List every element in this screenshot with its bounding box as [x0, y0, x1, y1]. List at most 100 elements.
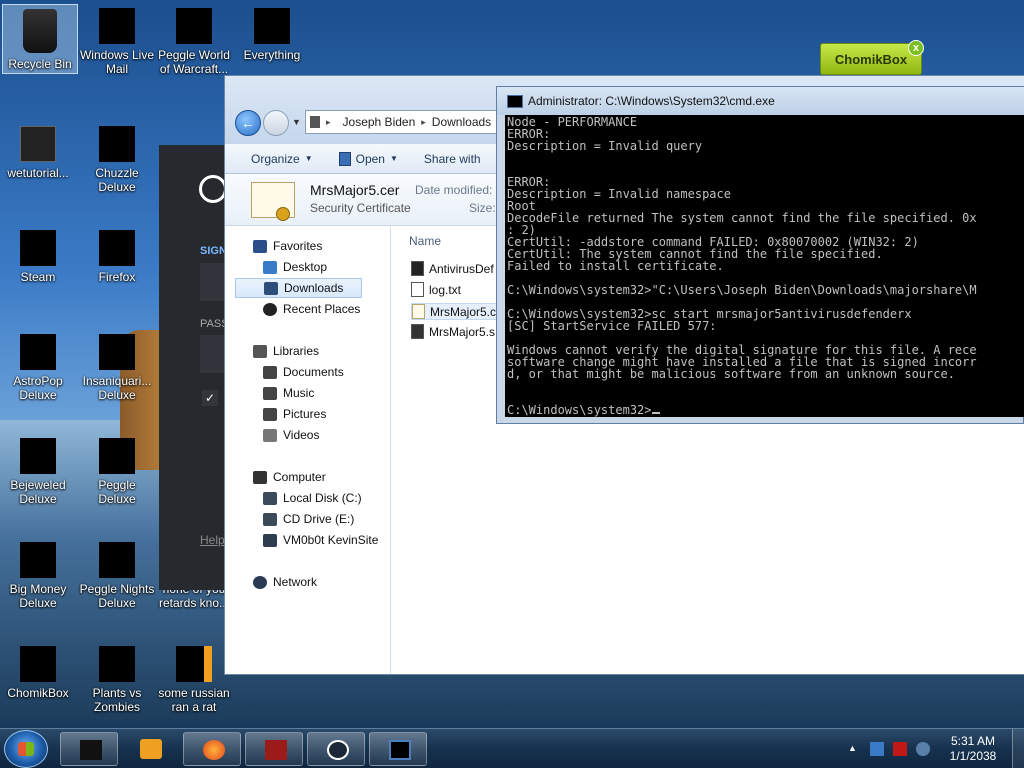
- chomikbox-label: ChomikBox: [834, 51, 908, 67]
- console-icon: [507, 94, 523, 108]
- share-with-button[interactable]: Share with: [424, 152, 481, 166]
- show-desktop-button[interactable]: [1012, 729, 1024, 768]
- documents-icon: [263, 365, 277, 379]
- desktop-icon-label: Everything: [243, 48, 301, 62]
- desktop-icon-russian-rat[interactable]: some russian ran a rat: [156, 642, 232, 714]
- taskbar-app-steam[interactable]: [307, 732, 365, 766]
- cmd-title: Administrator: C:\Windows\System32\cmd.e…: [528, 94, 775, 108]
- system-file-icon: [411, 324, 424, 339]
- back-arrow-icon[interactable]: ←: [235, 110, 261, 136]
- chevron-down-icon: ▼: [304, 154, 313, 163]
- nav-music[interactable]: Music: [263, 383, 314, 403]
- column-header-name[interactable]: Name: [409, 234, 441, 248]
- clock-time: 5:31 AM: [950, 734, 996, 748]
- desktop-icon-peggle-nights[interactable]: Peggle Nights Deluxe: [79, 538, 155, 610]
- astropop-icon: [20, 334, 56, 370]
- tray-network-icon[interactable]: [870, 742, 884, 756]
- desktop-icon-bejeweled[interactable]: Bejeweled Deluxe: [0, 434, 76, 506]
- drive-icon: [263, 491, 277, 505]
- desktop-icon-everything[interactable]: Everything: [234, 4, 310, 62]
- open-button[interactable]: Open ▼: [338, 151, 398, 166]
- start-button[interactable]: [4, 730, 48, 768]
- chomikbox-widget[interactable]: ChomikBox: [820, 43, 922, 75]
- nav-cd-drive[interactable]: CD Drive (E:): [263, 509, 354, 529]
- system-clock[interactable]: 5:31 AM 1/1/2038: [938, 734, 1008, 764]
- desktop-icon-label: Peggle Nights Deluxe: [79, 582, 155, 610]
- nav-desktop[interactable]: Desktop: [263, 257, 327, 277]
- help-link[interactable]: Help: [200, 533, 225, 547]
- desktop-icon-big-money[interactable]: Big Money Deluxe: [0, 538, 76, 610]
- desktop-icon-wetutorial[interactable]: wetutorial...: [0, 122, 76, 180]
- file-item[interactable]: log.txt: [411, 282, 461, 297]
- nav-documents[interactable]: Documents: [263, 362, 344, 382]
- desktop-icon-firefox[interactable]: Firefox: [79, 226, 155, 284]
- volume-icon[interactable]: [916, 742, 930, 756]
- taskbar-app-cmd[interactable]: [369, 732, 427, 766]
- star-icon: [253, 239, 267, 253]
- desktop-icon-chomikbox[interactable]: ChomikBox: [0, 642, 76, 700]
- nav-videos[interactable]: Videos: [263, 425, 319, 445]
- desktop-icon-chuzzle[interactable]: Chuzzle Deluxe: [79, 122, 155, 194]
- nav-label: Recent Places: [283, 302, 361, 316]
- flash-icon: [265, 740, 287, 760]
- nav-label: Libraries: [273, 344, 320, 358]
- history-dropdown-icon[interactable]: ▼: [292, 117, 301, 127]
- desktop-icon-label: Windows Live Mail: [79, 48, 155, 76]
- nav-network[interactable]: Network: [253, 572, 317, 592]
- show-hidden-icons-icon[interactable]: ▲: [848, 743, 862, 757]
- desktop-icon-label: Bejeweled Deluxe: [10, 478, 66, 506]
- nav-recent-places[interactable]: Recent Places: [263, 299, 360, 319]
- desktop-icon-plants-vs-zombies[interactable]: Plants vs Zombies: [79, 642, 155, 714]
- desktop-icon-astropop[interactable]: AstroPop Deluxe: [0, 330, 76, 402]
- file-item[interactable]: AntivirusDef: [411, 261, 494, 276]
- recent-places-icon: [263, 302, 277, 316]
- nav-label: Computer: [273, 470, 326, 484]
- breadcrumb-joseph-biden[interactable]: Joseph Biden: [343, 115, 416, 129]
- console-icon: [389, 740, 411, 760]
- forward-arrow-icon[interactable]: [263, 110, 289, 136]
- nav-libraries[interactable]: Libraries: [253, 341, 319, 361]
- remember-checkbox[interactable]: ✓: [202, 390, 218, 406]
- nav-computer[interactable]: Computer: [253, 467, 326, 487]
- computer-icon: [253, 470, 267, 484]
- taskbar-app-recycle[interactable]: [60, 732, 118, 766]
- tray-app-icon[interactable]: [893, 742, 907, 756]
- file-item[interactable]: MrsMajor5.s: [411, 324, 495, 339]
- taskbar-app-flash[interactable]: [245, 732, 303, 766]
- desktop-icon-label: Plants vs Zombies: [92, 686, 142, 714]
- cmd-title-bar[interactable]: Administrator: C:\Windows\System32\cmd.e…: [497, 87, 1024, 115]
- selected-file-name: MrsMajor5.cer: [310, 182, 400, 198]
- certificate-icon: [251, 182, 295, 221]
- desktop-icon-recycle-bin[interactable]: Recycle Bin: [2, 4, 78, 74]
- nav-vm-share[interactable]: VM0b0t KevinSite: [263, 530, 378, 550]
- close-icon[interactable]: x: [908, 40, 924, 56]
- pictures-icon: [263, 407, 277, 421]
- desktop-icon-label: Peggle Deluxe: [98, 478, 136, 506]
- breadcrumb-downloads[interactable]: Downloads: [432, 115, 491, 129]
- file-icon: [176, 646, 212, 682]
- file-item-selected[interactable]: MrsMajor5.c: [411, 303, 498, 320]
- text-file-icon: [411, 282, 424, 297]
- organize-button[interactable]: Organize ▼: [251, 152, 313, 166]
- console-prompt: C:\Windows\system32>: [507, 404, 1024, 416]
- text-cursor: [651, 412, 660, 414]
- nav-favorites[interactable]: Favorites: [253, 236, 322, 256]
- console-output[interactable]: Node - PERFORMANCE ERROR: Description = In…: [505, 115, 1024, 417]
- nav-pictures[interactable]: Pictures: [263, 404, 326, 424]
- address-bar[interactable]: ▸ Joseph Biden ▸ Downloads: [305, 110, 505, 134]
- nav-downloads[interactable]: Downloads: [235, 278, 363, 298]
- desktop-icon-windows-live-mail[interactable]: Windows Live Mail: [79, 4, 155, 76]
- taskbar-app-media-player[interactable]: [121, 732, 179, 766]
- desktop-icon-insaniquarium[interactable]: Insaniquari... Deluxe: [79, 330, 155, 402]
- file-name: MrsMajor5.s: [429, 324, 496, 339]
- desktop-icon-peggle-wow[interactable]: Peggle World of Warcraft...: [156, 4, 232, 76]
- nav-local-disk[interactable]: Local Disk (C:): [263, 488, 362, 508]
- desktop-icon-peggle-deluxe[interactable]: Peggle Deluxe: [79, 434, 155, 506]
- taskbar-app-firefox[interactable]: [183, 732, 241, 766]
- desktop-icon-label: Big Money Deluxe: [9, 582, 67, 610]
- console-line: d, or that might be malicious software f…: [507, 367, 955, 381]
- nav-label: Desktop: [283, 260, 328, 274]
- media-player-icon: [140, 739, 162, 759]
- desktop-icon-steam[interactable]: Steam: [0, 226, 76, 284]
